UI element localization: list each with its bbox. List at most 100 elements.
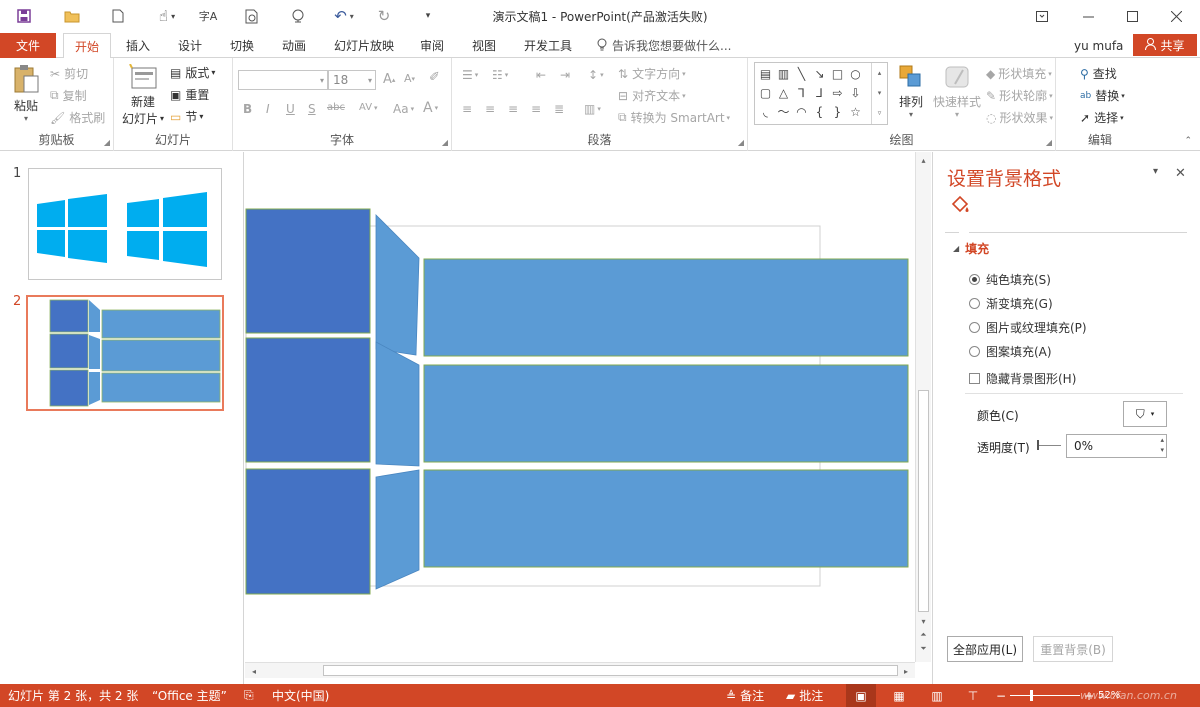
- drawing-launcher-icon[interactable]: ◢: [1046, 138, 1052, 147]
- transparency-input[interactable]: 0% ▴ ▾: [1066, 434, 1167, 458]
- apply-to-all-button[interactable]: 全部应用(L): [947, 636, 1023, 662]
- distributed-button[interactable]: ≣: [554, 102, 564, 116]
- fill-category-icon[interactable]: [949, 194, 973, 219]
- spin-up-icon[interactable]: ▴: [1160, 436, 1164, 444]
- copy-button[interactable]: ⧉ 复制: [50, 87, 87, 104]
- columns-button[interactable]: ▥ ▾: [584, 102, 601, 116]
- clear-format-icon[interactable]: ✐: [429, 70, 440, 85]
- share-button[interactable]: 共享: [1133, 34, 1197, 56]
- ribbon-display-icon[interactable]: [1022, 2, 1062, 30]
- down-arrow-shape-icon[interactable]: ⇩: [847, 84, 864, 101]
- print-preview-icon[interactable]: [240, 4, 264, 28]
- right-arrow-shape-icon[interactable]: ⇨: [829, 84, 846, 101]
- elbow-arrow-shape-icon[interactable]: ⅃: [811, 84, 828, 101]
- tab-slideshow[interactable]: 幻灯片放映: [326, 33, 402, 58]
- text-direction-button[interactable]: ⇅ 文字方向 ▾: [618, 65, 686, 82]
- line-spacing-button[interactable]: ↕ ▾: [588, 68, 604, 82]
- vertical-textbox-shape-icon[interactable]: ▥: [775, 65, 792, 82]
- tab-home[interactable]: 开始: [63, 33, 111, 59]
- windows-bevel-bottom[interactable]: [375, 469, 420, 590]
- picture-fill-radio[interactable]: 图片或纹理填充(P): [969, 319, 1087, 336]
- bold-button[interactable]: B: [243, 102, 252, 116]
- gallery-up-icon[interactable]: ▴: [872, 63, 887, 83]
- customize-icon[interactable]: ▾: [420, 4, 436, 28]
- triangle-shape-icon[interactable]: △: [775, 84, 792, 101]
- windows-tile-bottom-left[interactable]: [245, 468, 371, 595]
- pane-close-icon[interactable]: ✕: [1175, 166, 1186, 181]
- redo-icon[interactable]: ↻: [372, 4, 396, 28]
- scroll-down-icon[interactable]: ▾: [916, 614, 931, 628]
- line-shape-icon[interactable]: ╲: [793, 65, 810, 82]
- zoom-thumb[interactable]: [1030, 690, 1033, 701]
- shape-effects-button[interactable]: ◌ 形状效果 ▾: [986, 109, 1053, 126]
- justify-button[interactable]: ≡: [531, 102, 541, 116]
- font-launcher-icon[interactable]: ◢: [442, 138, 448, 147]
- select-button[interactable]: ➚ 选择 ▾: [1080, 109, 1124, 126]
- format-painter-button[interactable]: 🖌 格式刷: [50, 109, 105, 126]
- arc-shape-icon[interactable]: ◠: [793, 103, 810, 120]
- pattern-fill-radio[interactable]: 图案填充(A): [969, 343, 1052, 360]
- spin-down-icon[interactable]: ▾: [1160, 446, 1164, 454]
- transparency-slider[interactable]: [1037, 440, 1061, 450]
- section-button[interactable]: ▭ 节 ▾: [170, 108, 203, 125]
- horizontal-scroll-thumb[interactable]: [323, 665, 898, 676]
- character-spacing-button[interactable]: AV ▾: [359, 102, 378, 113]
- horizontal-scrollbar[interactable]: ◂ ▸: [245, 662, 915, 678]
- normal-view-icon[interactable]: ▣: [846, 684, 876, 707]
- touch-icon[interactable]: ☝ ▾: [150, 4, 184, 28]
- arrange-button[interactable]: 排列 ▾: [896, 64, 926, 119]
- notes-button[interactable]: ≜ 备注: [726, 684, 764, 707]
- slide-sorter-icon[interactable]: ▦: [884, 684, 914, 707]
- font-color-button[interactable]: A ▾: [423, 100, 438, 116]
- spelling-icon[interactable]: 字A: [196, 4, 220, 28]
- italic-button[interactable]: I: [266, 102, 270, 116]
- gallery-down-icon[interactable]: ▾: [872, 83, 887, 103]
- slide-thumbnail-1[interactable]: [28, 168, 222, 280]
- windows-tile-middle-left[interactable]: [245, 337, 371, 463]
- textbox-shape-icon[interactable]: ▤: [757, 65, 774, 82]
- solid-fill-radio[interactable]: 纯色填充(S): [969, 271, 1051, 288]
- vertical-scroll-thumb[interactable]: [918, 390, 929, 612]
- paste-button[interactable]: 粘贴 ▾: [8, 64, 44, 123]
- tab-transitions[interactable]: 切换: [220, 33, 264, 58]
- underline-button[interactable]: U: [286, 102, 295, 116]
- align-center-button[interactable]: ≡: [485, 102, 495, 116]
- windows-panel-middle[interactable]: [423, 364, 909, 463]
- decrease-indent-button[interactable]: ⇤: [536, 68, 546, 82]
- collapse-ribbon-icon[interactable]: ⌃: [1184, 136, 1192, 146]
- user-name[interactable]: yu mufa: [1074, 33, 1123, 58]
- font-size-combo[interactable]: 18 ▾: [328, 70, 376, 90]
- zoom-out-icon[interactable]: −: [996, 684, 1006, 707]
- oval-shape-icon[interactable]: ○: [847, 65, 864, 82]
- windows-panel-top[interactable]: [423, 258, 909, 357]
- rounded-rect-shape-icon[interactable]: ▢: [757, 84, 774, 101]
- numbering-button[interactable]: ☷ ▾: [492, 68, 508, 82]
- tab-insert[interactable]: 插入: [116, 33, 160, 58]
- cut-button[interactable]: ✂ 剪切: [50, 65, 88, 82]
- tab-design[interactable]: 设计: [168, 33, 212, 58]
- find-button[interactable]: ⚲ 查找: [1080, 65, 1117, 82]
- shape-fill-button[interactable]: ◆ 形状填充 ▾: [986, 65, 1052, 82]
- vertical-scrollbar[interactable]: ▴ ▾ ⏶ ⏷: [915, 152, 931, 662]
- pane-options-icon[interactable]: ▾: [1153, 166, 1158, 177]
- right-brace-shape-icon[interactable]: }: [829, 103, 846, 120]
- smartart-button[interactable]: ⧉ 转换为 SmartArt ▾: [618, 109, 730, 126]
- new-icon[interactable]: [106, 4, 130, 28]
- scroll-right-icon[interactable]: ▸: [899, 664, 913, 678]
- fill-section-header[interactable]: ◢ 填充: [953, 240, 989, 257]
- new-slide-button[interactable]: 新建 幻灯片 ▾: [120, 63, 166, 127]
- elbow-connector-shape-icon[interactable]: ⅂: [793, 84, 810, 101]
- paragraph-launcher-icon[interactable]: ◢: [738, 138, 744, 147]
- slide-canvas[interactable]: [245, 152, 915, 662]
- comments-button[interactable]: ▰ 批注: [786, 684, 823, 707]
- strikethrough-button[interactable]: abc: [327, 102, 345, 113]
- tell-me-box[interactable]: 告诉我您想要做什么...: [597, 33, 731, 58]
- gallery-scroll[interactable]: ▴ ▾ ▿: [871, 63, 887, 124]
- star-shape-icon[interactable]: ☆: [847, 103, 864, 120]
- gradient-fill-radio[interactable]: 渐变填充(G): [969, 295, 1053, 312]
- shape-outline-button[interactable]: ✎ 形状轮廓 ▾: [986, 87, 1053, 104]
- tab-review[interactable]: 审阅: [410, 33, 454, 58]
- open-icon[interactable]: [60, 4, 84, 28]
- scroll-up-icon[interactable]: ▴: [916, 152, 931, 168]
- slide-thumbnail-2[interactable]: [26, 295, 224, 411]
